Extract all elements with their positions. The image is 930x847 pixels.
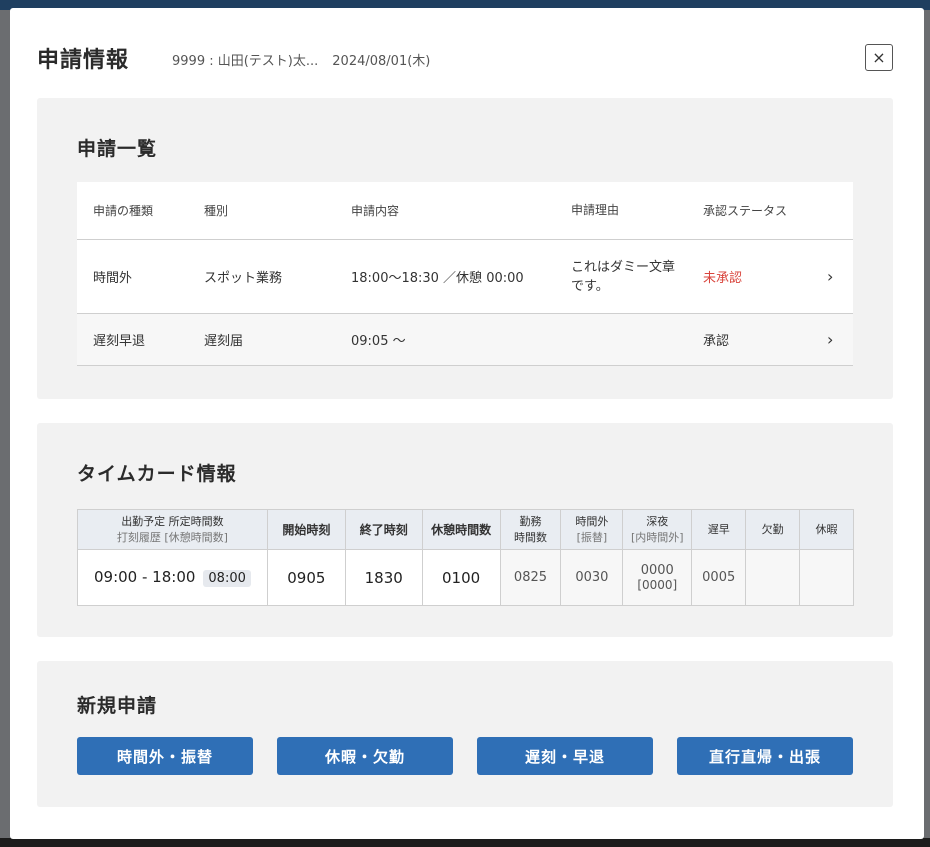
close-icon: × xyxy=(872,48,886,67)
header-night: 深夜 [内時間外] xyxy=(622,509,693,550)
new-request-title: 新規申請 xyxy=(77,695,158,717)
request-list-title: 申請一覧 xyxy=(77,138,158,160)
modal-title: 申請情報 xyxy=(37,48,130,73)
header-overtime-line2: [振替] xyxy=(576,530,608,544)
header-content: 申請内容 xyxy=(351,204,400,218)
request-list-header: 申請の種類 種別 申請内容 申請理由 承認ステータス xyxy=(77,182,853,240)
request-status: 未承認 xyxy=(703,271,743,286)
modal-header: 申請情報 9999 : 山田(テスト)太... 2024/08/01(木) × xyxy=(10,8,924,98)
application-info-modal: 申請情報 9999 : 山田(テスト)太... 2024/08/01(木) × 申… xyxy=(10,8,924,839)
plan-cell: 09:00 - 18:00 08:00 xyxy=(77,549,268,606)
absent-hours xyxy=(745,549,801,606)
timecard-panel: タイムカード情報 出勤予定 所定時間数 打刻履歴 [休憩時間数] 開始時刻 終了… xyxy=(37,423,893,637)
timecard-header-row: 出勤予定 所定時間数 打刻履歴 [休憩時間数] 開始時刻 終了時刻 休憩時間数 … xyxy=(77,509,854,550)
request-type: スポット業務 xyxy=(204,271,283,286)
header-kind: 申請の種類 xyxy=(93,204,154,218)
header-overtime: 時間外 [振替] xyxy=(560,509,624,550)
end-time: 1830 xyxy=(344,549,423,606)
night-value: 0000 xyxy=(640,563,674,578)
header-type: 種別 xyxy=(204,204,229,218)
header-work-line1: 勤務 xyxy=(519,514,542,528)
night-sub-value: [0000] xyxy=(637,578,678,592)
plan-hours-badge: 08:00 xyxy=(203,570,251,587)
late-hours: 0005 xyxy=(691,549,747,606)
break-hours: 0100 xyxy=(421,549,501,606)
header-plan-line2: 打刻履歴 [休憩時間数] xyxy=(116,530,228,544)
request-row[interactable]: 時間外 スポット業務 18:00〜18:30 ／休憩 00:00 これはダミー文… xyxy=(77,240,853,314)
request-type: 遅刻届 xyxy=(204,334,244,349)
request-status: 承認 xyxy=(703,334,730,349)
timecard-row: 09:00 - 18:00 08:00 0905 1830 0100 0825 0… xyxy=(77,549,854,606)
request-reason: これはダミー文章です。 xyxy=(571,259,676,294)
direct-trip-request-button[interactable]: 直行直帰・出張 xyxy=(677,737,853,775)
header-start: 開始時刻 xyxy=(266,509,346,550)
plan-time: 09:00 - 18:00 xyxy=(94,568,196,586)
request-list-panel: 申請一覧 申請の種類 種別 申請内容 申請理由 承認ステータス 時間外 スポット… xyxy=(37,98,893,399)
header-plan: 出勤予定 所定時間数 打刻履歴 [休憩時間数] xyxy=(77,509,268,550)
header-night-line1: 深夜 xyxy=(646,514,669,528)
employee-name: 9999 : 山田(テスト)太... xyxy=(172,54,319,69)
header-reason: 申請理由 xyxy=(571,203,620,217)
header-work-line2: 時間数 xyxy=(513,530,547,544)
request-kind: 時間外 xyxy=(93,271,133,286)
target-date: 2024/08/01(木) xyxy=(332,54,431,69)
new-request-panel: 新規申請 時間外・振替 休暇・欠勤 遅刻・早退 直行直帰・出張 xyxy=(37,661,893,807)
leave-request-button[interactable]: 休暇・欠勤 xyxy=(277,737,453,775)
chevron-right-icon[interactable]: › xyxy=(827,314,833,365)
app-bottom-bar xyxy=(0,838,930,847)
request-content: 18:00〜18:30 ／休憩 00:00 xyxy=(351,271,524,286)
header-status: 承認ステータス xyxy=(703,204,788,218)
header-end: 終了時刻 xyxy=(344,509,423,550)
header-night-line2: [内時間外] xyxy=(630,530,684,544)
request-content: 09:05 〜 xyxy=(351,334,406,349)
leave-hours xyxy=(799,549,854,606)
header-absent: 欠勤 xyxy=(745,509,801,550)
header-work: 勤務 時間数 xyxy=(499,509,562,550)
late-early-request-button[interactable]: 遅刻・早退 xyxy=(477,737,653,775)
header-late: 遅早 xyxy=(691,509,747,550)
header-leave: 休暇 xyxy=(799,509,854,550)
header-plan-line1: 出勤予定 所定時間数 xyxy=(121,514,224,528)
request-list-table: 申請の種類 種別 申請内容 申請理由 承認ステータス 時間外 スポット業務 18… xyxy=(77,182,853,366)
header-break: 休憩時間数 xyxy=(421,509,501,550)
request-row[interactable]: 遅刻早退 遅刻届 09:05 〜 承認 › xyxy=(77,314,853,366)
work-hours: 0825 xyxy=(499,549,562,606)
overtime-request-button[interactable]: 時間外・振替 xyxy=(77,737,253,775)
timecard-table: 出勤予定 所定時間数 打刻履歴 [休憩時間数] 開始時刻 終了時刻 休憩時間数 … xyxy=(77,509,854,606)
night-hours: 0000 [0000] xyxy=(622,549,693,606)
timecard-title: タイムカード情報 xyxy=(77,463,237,485)
request-kind: 遅刻早退 xyxy=(93,334,146,349)
close-button[interactable]: × xyxy=(865,44,893,71)
chevron-right-icon[interactable]: › xyxy=(827,240,833,313)
request-reason xyxy=(571,314,681,365)
header-overtime-line1: 時間外 xyxy=(575,514,609,528)
overtime-hours: 0030 xyxy=(560,549,624,606)
modal-subtitle: 9999 : 山田(テスト)太... 2024/08/01(木) xyxy=(172,50,430,69)
start-time: 0905 xyxy=(266,549,346,606)
